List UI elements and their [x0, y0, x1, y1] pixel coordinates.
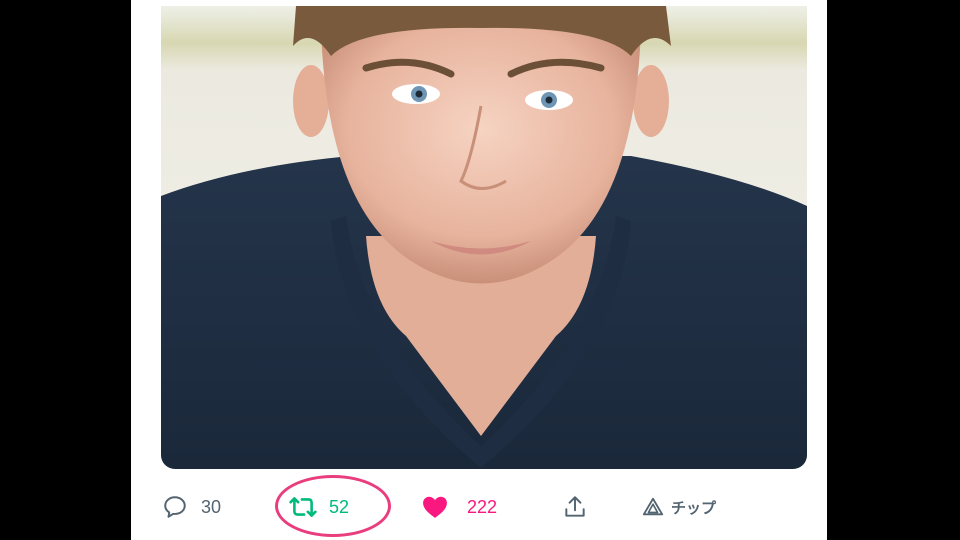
post-photo[interactable]	[161, 6, 807, 469]
reply-icon	[161, 493, 189, 521]
retweet-button[interactable]: 52	[289, 490, 349, 524]
portrait-image	[161, 6, 807, 469]
reply-button[interactable]: 30	[161, 490, 221, 524]
tip-icon	[639, 493, 667, 521]
share-icon	[561, 493, 589, 521]
share-button[interactable]	[561, 490, 589, 524]
tweet-card: 30 52 222 チップ	[131, 0, 827, 540]
tip-button[interactable]: チップ	[639, 490, 716, 524]
retweet-count: 52	[329, 496, 350, 517]
like-count: 222	[467, 496, 498, 517]
heart-icon	[421, 493, 449, 521]
tweet-action-bar: 30 52 222 チップ	[131, 482, 827, 532]
reply-count: 30	[201, 496, 222, 517]
tip-label: チップ	[671, 499, 717, 517]
retweet-icon	[289, 493, 317, 521]
like-button[interactable]: 222	[421, 490, 497, 524]
